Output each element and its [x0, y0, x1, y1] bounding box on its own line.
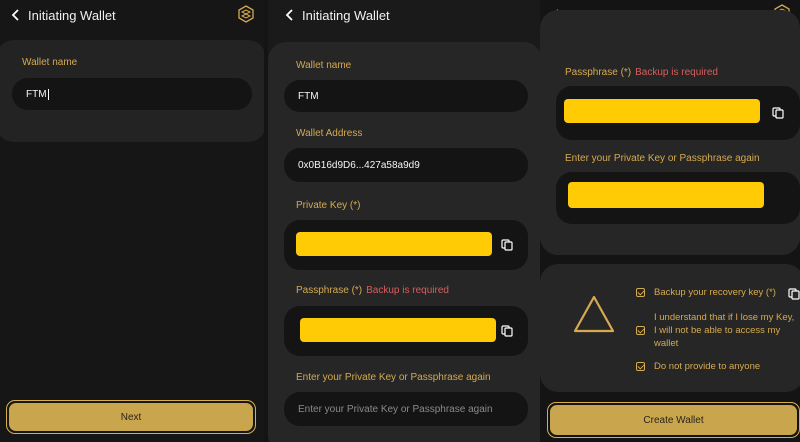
- reenter-key-redaction: [568, 182, 764, 208]
- wallet-name-input[interactable]: FTM: [12, 78, 252, 110]
- screen-confirm-backup: Initiating Wallet Passphrase (*)Backup i…: [540, 0, 800, 442]
- back-arrow-icon[interactable]: [284, 9, 296, 21]
- private-key-redaction: [296, 232, 492, 256]
- copy-icon[interactable]: [501, 239, 513, 251]
- wallet-name-label: Wallet name: [22, 57, 78, 68]
- wallet-address-label: Wallet Address: [296, 128, 363, 139]
- backup-required-warning: Backup is required: [635, 67, 718, 78]
- backup-required-warning: Backup is required: [366, 285, 449, 296]
- reenter-key-label: Enter your Private Key or Passphrase aga…: [296, 372, 491, 383]
- warning-triangle-icon: [573, 295, 615, 333]
- passphrase-redaction: [300, 318, 496, 342]
- checkbox-checked-icon[interactable]: [636, 288, 645, 297]
- check-label: Backup your recovery key (*): [654, 287, 776, 298]
- wallet-name-field[interactable]: FTM: [284, 80, 528, 112]
- copy-icon[interactable]: [772, 107, 784, 119]
- wallet-details-card: Wallet name FTM Wallet Address 0x0B16d9D…: [268, 42, 542, 442]
- screen-wallet-name: Initiating Wallet Wallet name FTM Next: [0, 0, 264, 442]
- app-header: Initiating Wallet: [0, 0, 264, 32]
- passphrase-redaction: [564, 99, 760, 123]
- text-caret: [47, 88, 49, 100]
- create-wallet-button-frame[interactable]: Create Wallet: [547, 402, 800, 438]
- wallet-name-card: Wallet name FTM: [0, 40, 264, 142]
- private-key-label: Private Key (*): [296, 200, 361, 211]
- wallet-name-value: FTM: [26, 88, 47, 100]
- copy-icon[interactable]: [501, 325, 513, 337]
- copy-icon[interactable]: [788, 288, 800, 300]
- page-title: Initiating Wallet: [302, 8, 390, 23]
- app-logo-icon: [238, 5, 254, 23]
- page-title: Initiating Wallet: [28, 8, 116, 23]
- acknowledgement-card: Backup your recovery key (*) I understan…: [540, 264, 800, 392]
- check-do-not-share[interactable]: Do not provide to anyone: [636, 360, 796, 373]
- reenter-key-input[interactable]: Enter your Private Key or Passphrase aga…: [284, 392, 528, 426]
- next-button[interactable]: Next: [9, 403, 253, 431]
- wallet-address-field[interactable]: 0x0B16d9D6...427a58a9d9: [284, 148, 528, 182]
- reenter-key-label: Enter your Private Key or Passphrase aga…: [565, 153, 760, 164]
- next-button-frame[interactable]: Next: [6, 400, 256, 434]
- back-arrow-icon[interactable]: [10, 9, 22, 21]
- check-understand-loss[interactable]: I understand that if I lose my Key, I wi…: [636, 311, 798, 350]
- checkbox-checked-icon[interactable]: [636, 326, 645, 335]
- check-label: I understand that if I lose my Key, I wi…: [654, 312, 795, 349]
- app-header: Initiating Wallet: [268, 0, 542, 32]
- checkbox-checked-icon[interactable]: [636, 362, 645, 371]
- passphrase-card: Passphrase (*) Backup is required Enter y…: [540, 10, 800, 255]
- create-wallet-button[interactable]: Create Wallet: [550, 405, 797, 435]
- wallet-name-label: Wallet name: [296, 60, 352, 71]
- screen-wallet-details: Initiating Wallet Wallet name FTM Wallet…: [268, 0, 542, 442]
- check-backup-key[interactable]: Backup your recovery key (*): [636, 286, 796, 299]
- check-label: Do not provide to anyone: [654, 361, 761, 372]
- passphrase-label: Passphrase (*) Backup is required: [296, 285, 449, 296]
- passphrase-label: Passphrase (*) Backup is required: [565, 67, 718, 78]
